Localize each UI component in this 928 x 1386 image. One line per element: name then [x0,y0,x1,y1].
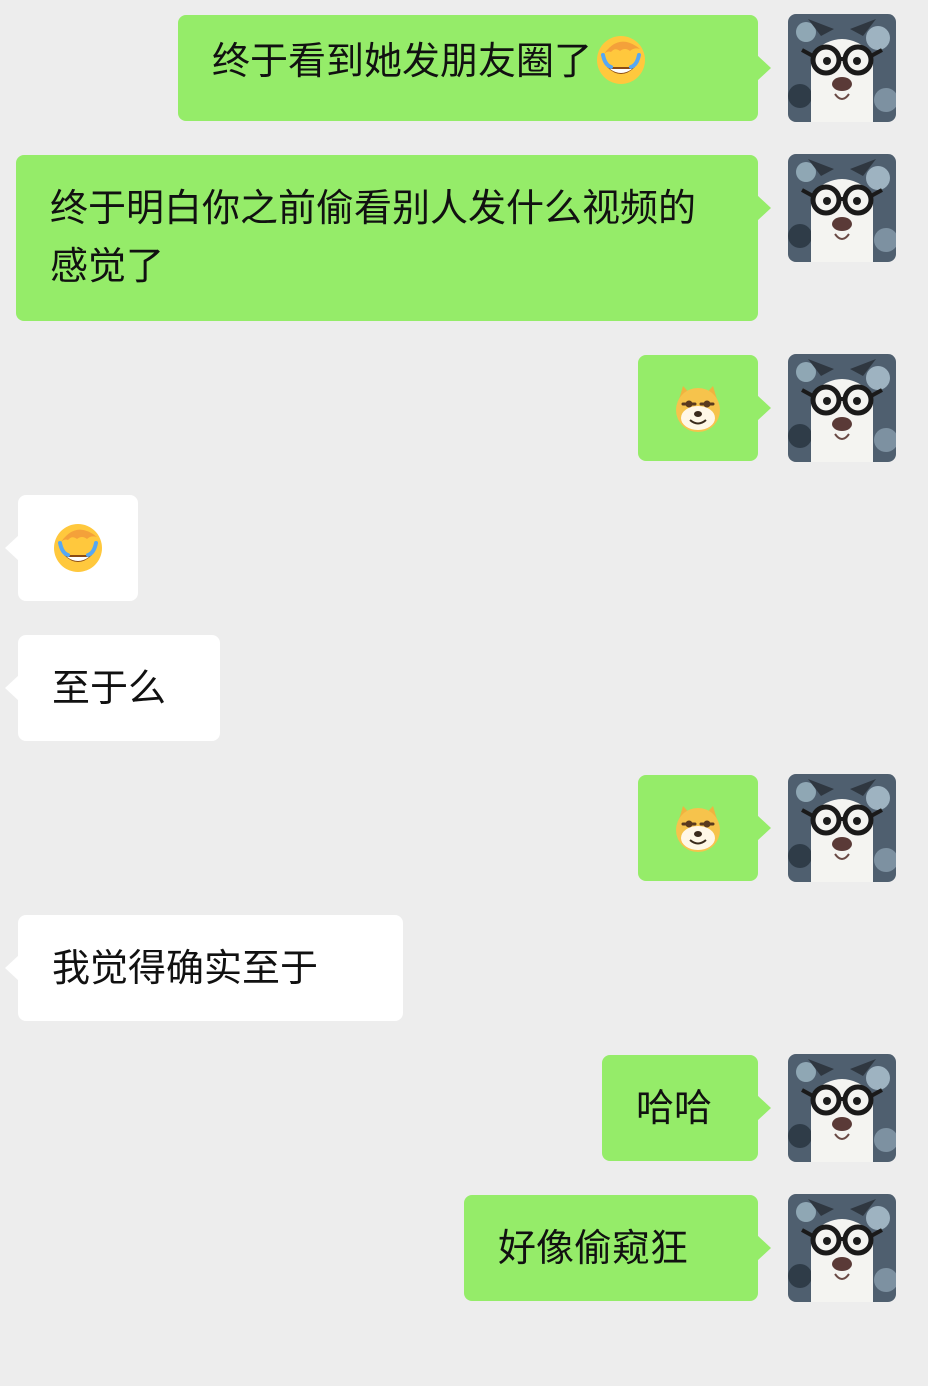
message-text: 终于看到她发朋友圈了 [212,39,593,83]
message-bubble-received[interactable] [5,495,138,601]
doge-emoji [671,801,725,855]
message-bubble-sent[interactable]: 好像偷窥狂 [464,1195,771,1301]
facepalm-laugh-emoji [51,521,105,575]
sender-avatar[interactable] [788,1054,896,1162]
message-bubble-received[interactable]: 至于么 [5,635,220,741]
dog-with-glasses-icon [788,354,896,462]
dog-with-glasses-icon [788,14,896,122]
sender-avatar[interactable] [788,14,896,122]
doge-emoji [671,381,725,435]
message-text: 哈哈 [636,1086,713,1130]
message-text: 我觉得确实至于 [52,946,319,990]
sender-avatar[interactable] [788,154,896,262]
sender-avatar[interactable] [788,774,896,882]
sender-avatar[interactable] [788,354,896,462]
message-bubble-sent[interactable]: 终于明白你之前偷看别人发什么视频的感觉了 [16,155,771,321]
message-bubble-sent[interactable]: 哈哈 [602,1055,771,1161]
dog-with-glasses-icon [788,1054,896,1162]
message-text: 至于么 [52,666,167,710]
sender-avatar[interactable] [788,1194,896,1302]
message-text: 好像偷窥狂 [498,1226,689,1270]
message-bubble-sent[interactable] [638,775,771,881]
message-bubble-sent[interactable]: 终于看到她发朋友圈了 [178,15,771,121]
message-bubble-sent[interactable] [638,355,771,461]
message-text: 终于明白你之前偷看别人发什么视频的感觉了 [50,186,697,288]
message-bubble-received[interactable]: 我觉得确实至于 [5,915,403,1021]
dog-with-glasses-icon [788,1194,896,1302]
dog-with-glasses-icon [788,774,896,882]
dog-with-glasses-icon [788,154,896,262]
facepalm-laugh-emoji [594,33,648,87]
